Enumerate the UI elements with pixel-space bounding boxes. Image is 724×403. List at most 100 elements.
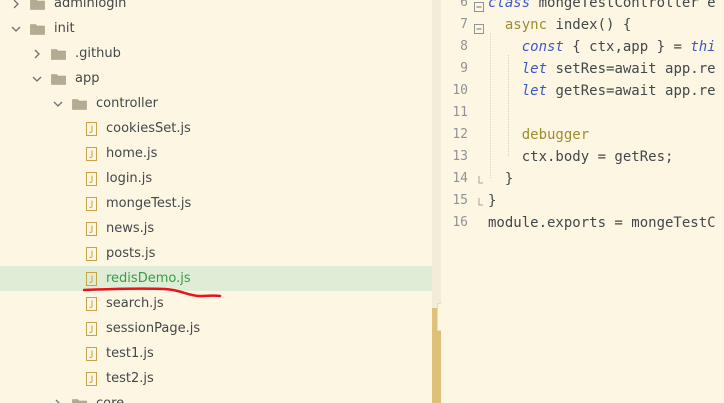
code-token: let: [521, 61, 548, 77]
tree-item-label: redisDemo.js: [106, 271, 191, 286]
tree-item-label: news.js: [106, 221, 155, 236]
code-text: ctx.body = getRes;: [488, 146, 674, 168]
tree-folder-row[interactable]: core: [0, 391, 432, 403]
tree-item-label: login.js: [106, 171, 153, 186]
tree-item-label: sessionPage.js: [106, 321, 201, 336]
tree-item-label: app: [75, 71, 100, 86]
tree-file-row[interactable]: home.js: [0, 141, 432, 166]
tree-file-row[interactable]: sessionPage.js: [0, 316, 432, 341]
tree-folder-row[interactable]: .github: [0, 41, 432, 66]
code-line: 14 }: [441, 168, 724, 190]
js-file-icon: [86, 171, 97, 186]
tree-item-label: .github: [75, 46, 121, 61]
js-file-icon: [86, 196, 97, 211]
code-text: const { ctx,app } = thi: [488, 36, 716, 58]
line-number: 13: [452, 149, 468, 164]
code-editor[interactable]: 6 class mongeTestController e7 async inde…: [441, 0, 724, 403]
code-token: getRes=await app.re: [547, 83, 716, 99]
code-text: debugger: [488, 124, 589, 146]
chevron-right-icon[interactable]: [10, 0, 22, 10]
tree-item-label: search.js: [106, 296, 164, 311]
tree-file-row[interactable]: search.js: [0, 291, 432, 316]
code-line: 11: [441, 102, 724, 124]
js-file-icon: [86, 221, 97, 236]
code-token: index() {: [547, 17, 632, 33]
code-line: 16 module.exports = mongeTestC: [441, 212, 724, 234]
folder-icon: [30, 23, 45, 35]
tree-file-row[interactable]: login.js: [0, 166, 432, 191]
folder-icon: [72, 398, 87, 403]
folder-icon: [72, 98, 87, 110]
line-number: 10: [452, 83, 468, 98]
line-number: 16: [452, 215, 468, 230]
line-number: 7: [460, 17, 468, 32]
code-text: class mongeTestController e: [488, 0, 716, 14]
tree-file-row[interactable]: test2.js: [0, 366, 432, 391]
file-explorer: adminlogin init .github app controller cookie…: [0, 0, 432, 403]
tree-item-label: controller: [96, 96, 159, 111]
tree-folder-row[interactable]: adminlogin: [0, 0, 432, 16]
code-line: 8 const { ctx,app } = thi: [441, 36, 724, 58]
tree-item-label: mongeTest.js: [106, 196, 192, 211]
tree-item-label: home.js: [106, 146, 158, 161]
code-token: mongeTestController e: [530, 0, 716, 11]
line-number: 6: [460, 0, 468, 10]
code-line: 10 let getRes=await app.re: [441, 80, 724, 102]
tree-file-row[interactable]: test1.js: [0, 341, 432, 366]
code-text: module.exports = mongeTestC: [488, 212, 716, 234]
chevron-down-icon[interactable]: [10, 23, 22, 35]
js-file-icon: [86, 321, 97, 336]
tree-folder-row[interactable]: app: [0, 66, 432, 91]
tree-file-row[interactable]: cookiesSet.js: [0, 116, 432, 141]
tree-item-label: core: [96, 391, 124, 403]
code-text: }: [488, 190, 496, 212]
line-number: 8: [460, 39, 468, 54]
code-text: let setRes=await app.re: [488, 58, 716, 80]
chevron-right-icon[interactable]: [52, 398, 64, 403]
code-token: debugger: [488, 127, 590, 143]
code-token: const: [521, 39, 564, 55]
js-file-icon: [86, 346, 97, 361]
tree-file-row[interactable]: posts.js: [0, 241, 432, 266]
code-token: thi: [690, 39, 716, 55]
js-file-icon: [86, 371, 97, 386]
code-token: }: [488, 171, 514, 187]
tree-item-label: test1.js: [106, 346, 154, 361]
js-file-icon: [86, 246, 97, 261]
code-line: 6 class mongeTestController e: [441, 0, 724, 14]
code-token: setRes=await app.re: [547, 61, 716, 77]
folder-icon: [51, 48, 66, 60]
code-token: { ctx,app } =: [563, 39, 691, 55]
tree-folder-row[interactable]: init: [0, 16, 432, 41]
code-token: let: [521, 83, 548, 99]
folder-icon: [30, 0, 45, 10]
chevron-down-icon[interactable]: [31, 73, 43, 85]
code-token: module.exports = mongeTestC: [488, 215, 716, 231]
tree-file-row[interactable]: news.js: [0, 216, 432, 241]
tree-folder-row[interactable]: controller: [0, 91, 432, 116]
code-text: async index() {: [488, 14, 631, 36]
code-line: 7 async index() {: [441, 14, 724, 36]
chevron-right-icon[interactable]: [31, 48, 43, 60]
folder-icon: [51, 73, 66, 85]
code-text: }: [488, 168, 513, 190]
js-file-icon: [86, 146, 97, 161]
code-token: }: [488, 193, 497, 209]
tree-item-label: posts.js: [106, 246, 156, 261]
code-line: 15}: [441, 190, 724, 212]
tree-item-label: init: [54, 21, 75, 36]
code-line: 12 debugger: [441, 124, 724, 146]
js-file-icon: [86, 296, 97, 311]
code-token: async: [488, 17, 548, 33]
tree-file-row[interactable]: redisDemo.js: [0, 266, 432, 291]
line-number: 12: [452, 127, 468, 142]
code-line: 13 ctx.body = getRes;: [441, 146, 724, 168]
line-number: 15: [452, 193, 468, 208]
tree-item-label: adminlogin: [54, 0, 127, 11]
chevron-down-icon[interactable]: [52, 98, 64, 110]
tree-file-row[interactable]: mongeTest.js: [0, 191, 432, 216]
code-token: class: [488, 0, 531, 11]
